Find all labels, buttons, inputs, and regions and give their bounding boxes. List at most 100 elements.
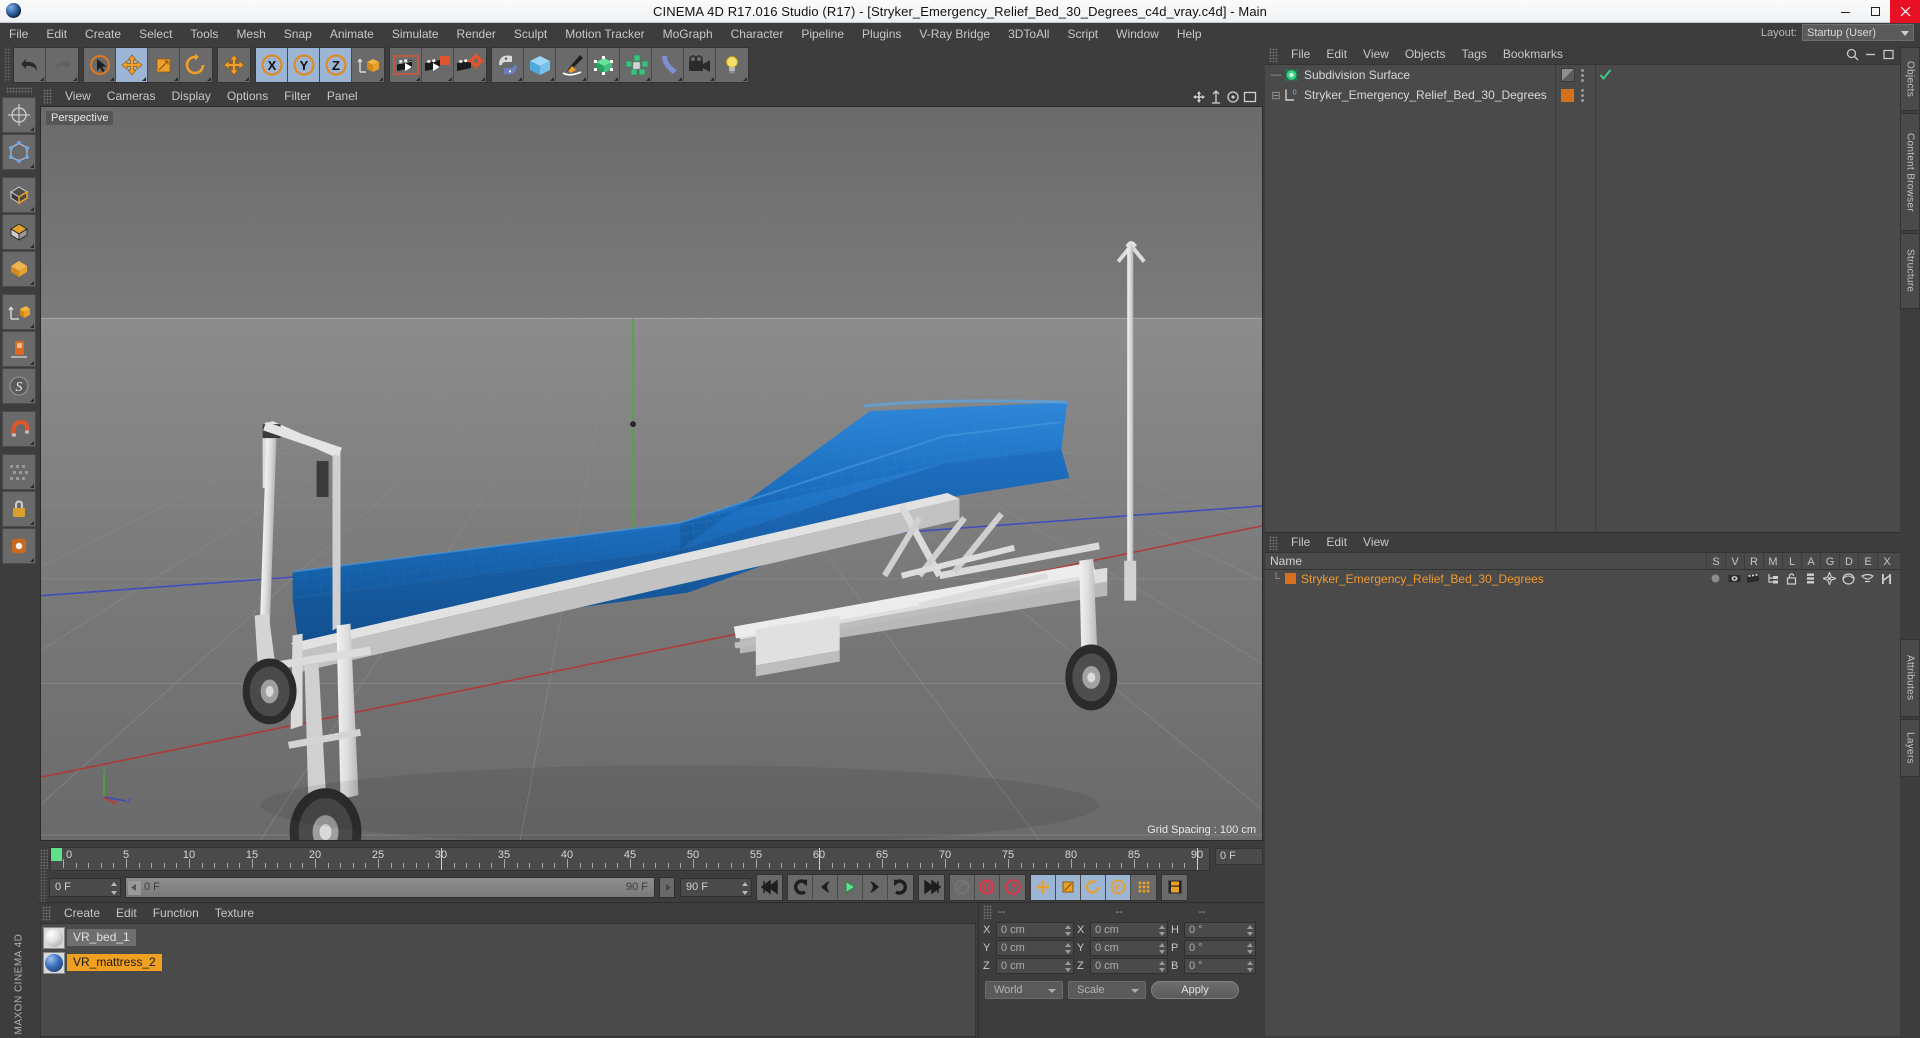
coordinate-system-dropdown[interactable]: World: [985, 981, 1063, 999]
model-mode-button[interactable]: [2, 251, 36, 287]
menu-render[interactable]: Render: [448, 23, 505, 45]
coord-rot-h-input[interactable]: 0 °: [1184, 922, 1256, 938]
timeline-grip[interactable]: [40, 849, 48, 869]
current-frame-spinner[interactable]: [111, 881, 118, 895]
expression-icon[interactable]: [1858, 573, 1877, 584]
timeline-button[interactable]: [1162, 874, 1187, 900]
column-header-v[interactable]: V: [1725, 553, 1744, 571]
object-menu-objects[interactable]: Objects: [1397, 45, 1454, 64]
play-forwards-button[interactable]: [838, 874, 863, 900]
position-key-button[interactable]: [1031, 874, 1056, 900]
lower-manager-list[interactable]: └ Stryker_Emergency_Relief_Bed_30_Degree…: [1265, 570, 1900, 1036]
point-level-animation-button[interactable]: [1131, 874, 1156, 900]
previous-key-button[interactable]: [788, 874, 813, 900]
material-list[interactable]: VR_bed_1 VR_mattress_2: [40, 923, 976, 1037]
transport-grip[interactable]: [40, 870, 47, 904]
material-name[interactable]: VR_mattress_2: [67, 954, 162, 971]
live-selection-button[interactable]: [84, 48, 116, 82]
object-dots-icon[interactable]: [1581, 89, 1584, 102]
object-row-stryker-bed[interactable]: ⊟ 0 Stryker_Emergency_Relief_Bed_30_Degr…: [1265, 85, 1900, 105]
material-menu-function[interactable]: Function: [145, 903, 207, 923]
axis-move-tool-button[interactable]: [2, 97, 36, 133]
coord-pos-z-input[interactable]: 0 cm: [996, 958, 1074, 974]
add-cube-button[interactable]: [524, 48, 556, 82]
viewport-menu-options[interactable]: Options: [219, 87, 276, 106]
point-mode-button[interactable]: [2, 134, 36, 170]
menu-mesh[interactable]: Mesh: [227, 23, 274, 45]
coord-pos-y-input[interactable]: 0 cm: [996, 940, 1074, 956]
move-axis-button[interactable]: [218, 48, 250, 82]
undo-button[interactable]: [14, 48, 46, 82]
menu-motion-tracker[interactable]: Motion Tracker: [556, 23, 653, 45]
coord-size-y-input[interactable]: 0 cm: [1090, 940, 1168, 956]
material-name[interactable]: VR_bed_1: [67, 929, 136, 946]
perspective-viewport[interactable]: Perspective Y Z X Grid Spacing: 100 cm: [40, 106, 1263, 841]
add-spline-button[interactable]: [556, 48, 588, 82]
column-header-e[interactable]: E: [1858, 553, 1877, 571]
workplane-button[interactable]: [2, 294, 36, 330]
rotate-view-icon[interactable]: [1226, 90, 1240, 104]
menu-sculpt[interactable]: Sculpt: [505, 23, 556, 45]
column-header-m[interactable]: M: [1763, 553, 1782, 571]
coord-size-z-input[interactable]: 0 cm: [1090, 958, 1168, 974]
object-tag-placeholder-icon[interactable]: [1561, 68, 1575, 82]
menu-mograph[interactable]: MoGraph: [654, 23, 722, 45]
column-header-l[interactable]: L: [1782, 553, 1801, 571]
end-frame-spinner[interactable]: [742, 881, 749, 895]
apply-button[interactable]: Apply: [1151, 981, 1239, 999]
deformer-icon[interactable]: [1839, 572, 1858, 585]
timeline-scrubber[interactable]: 0 F 90 F: [125, 876, 655, 898]
use-subdivision-button[interactable]: S: [2, 368, 36, 404]
object-name[interactable]: Stryker_Emergency_Relief_Bed_30_Degrees: [1304, 88, 1547, 102]
lower-manager-row[interactable]: └ Stryker_Emergency_Relief_Bed_30_Degree…: [1265, 570, 1900, 587]
redo-button[interactable]: [46, 48, 78, 82]
column-header-s[interactable]: S: [1706, 553, 1725, 571]
object-dots-icon[interactable]: [1581, 69, 1584, 82]
timeline-current-marker[interactable]: [51, 848, 62, 861]
viewport-menu-grip[interactable]: [43, 89, 52, 104]
viewport-menu-panel[interactable]: Panel: [319, 87, 366, 106]
render-settings-button[interactable]: [454, 48, 486, 82]
viewport-menu-view[interactable]: View: [57, 87, 99, 106]
keyframe-selection-button[interactable]: ?: [1000, 874, 1025, 900]
expand-panel-icon[interactable]: [1882, 48, 1895, 61]
rotation-key-button[interactable]: [1081, 874, 1106, 900]
menu-character[interactable]: Character: [722, 23, 793, 45]
x-axis-button[interactable]: X: [256, 48, 288, 82]
render-picture-viewer-button[interactable]: [422, 48, 454, 82]
lock-workplane-button[interactable]: [2, 491, 36, 527]
lower-manager-grip[interactable]: [1269, 535, 1278, 550]
object-material-tag-icon[interactable]: [1561, 89, 1574, 102]
end-frame-input[interactable]: 90 F: [680, 877, 752, 897]
tab-objects[interactable]: Objects: [1900, 47, 1920, 111]
menu-3dtoall[interactable]: 3DToAll: [999, 23, 1058, 45]
object-name[interactable]: Subdivision Surface: [1304, 68, 1410, 82]
column-header-x[interactable]: X: [1877, 553, 1896, 571]
pan-view-icon[interactable]: [1192, 90, 1206, 104]
object-tree[interactable]: — Subdivision Surface ⊟ 0 Stryker_Emerge…: [1265, 64, 1900, 532]
lower-menu-file[interactable]: File: [1283, 533, 1318, 552]
rotate-tool-button[interactable]: [180, 48, 212, 82]
add-generator-button[interactable]: [588, 48, 620, 82]
xref-icon[interactable]: [1877, 573, 1896, 585]
menu-snap[interactable]: Snap: [275, 23, 321, 45]
menu-tools[interactable]: Tools: [181, 23, 227, 45]
menu-simulate[interactable]: Simulate: [383, 23, 448, 45]
enable-snapping-button[interactable]: [2, 528, 36, 564]
coord-rot-p-input[interactable]: 0 °: [1184, 940, 1256, 956]
visible-render-icon[interactable]: [1744, 573, 1763, 584]
go-to-end-button[interactable]: [919, 874, 944, 900]
render-view-button[interactable]: [390, 48, 422, 82]
menu-create[interactable]: Create: [76, 23, 130, 45]
object-manager-grip[interactable]: [1269, 47, 1278, 62]
menu-edit[interactable]: Edit: [37, 23, 76, 45]
scale-tool-button[interactable]: [148, 48, 180, 82]
column-header-g[interactable]: G: [1820, 553, 1839, 571]
menu-window[interactable]: Window: [1107, 23, 1168, 45]
add-light-button[interactable]: [716, 48, 748, 82]
hierarchy-icon[interactable]: [1763, 573, 1782, 584]
tab-structure[interactable]: Structure: [1900, 233, 1920, 309]
object-row-subdivision-surface[interactable]: — Subdivision Surface: [1265, 65, 1900, 85]
menu-script[interactable]: Script: [1058, 23, 1107, 45]
material-manager-grip[interactable]: [42, 905, 51, 921]
